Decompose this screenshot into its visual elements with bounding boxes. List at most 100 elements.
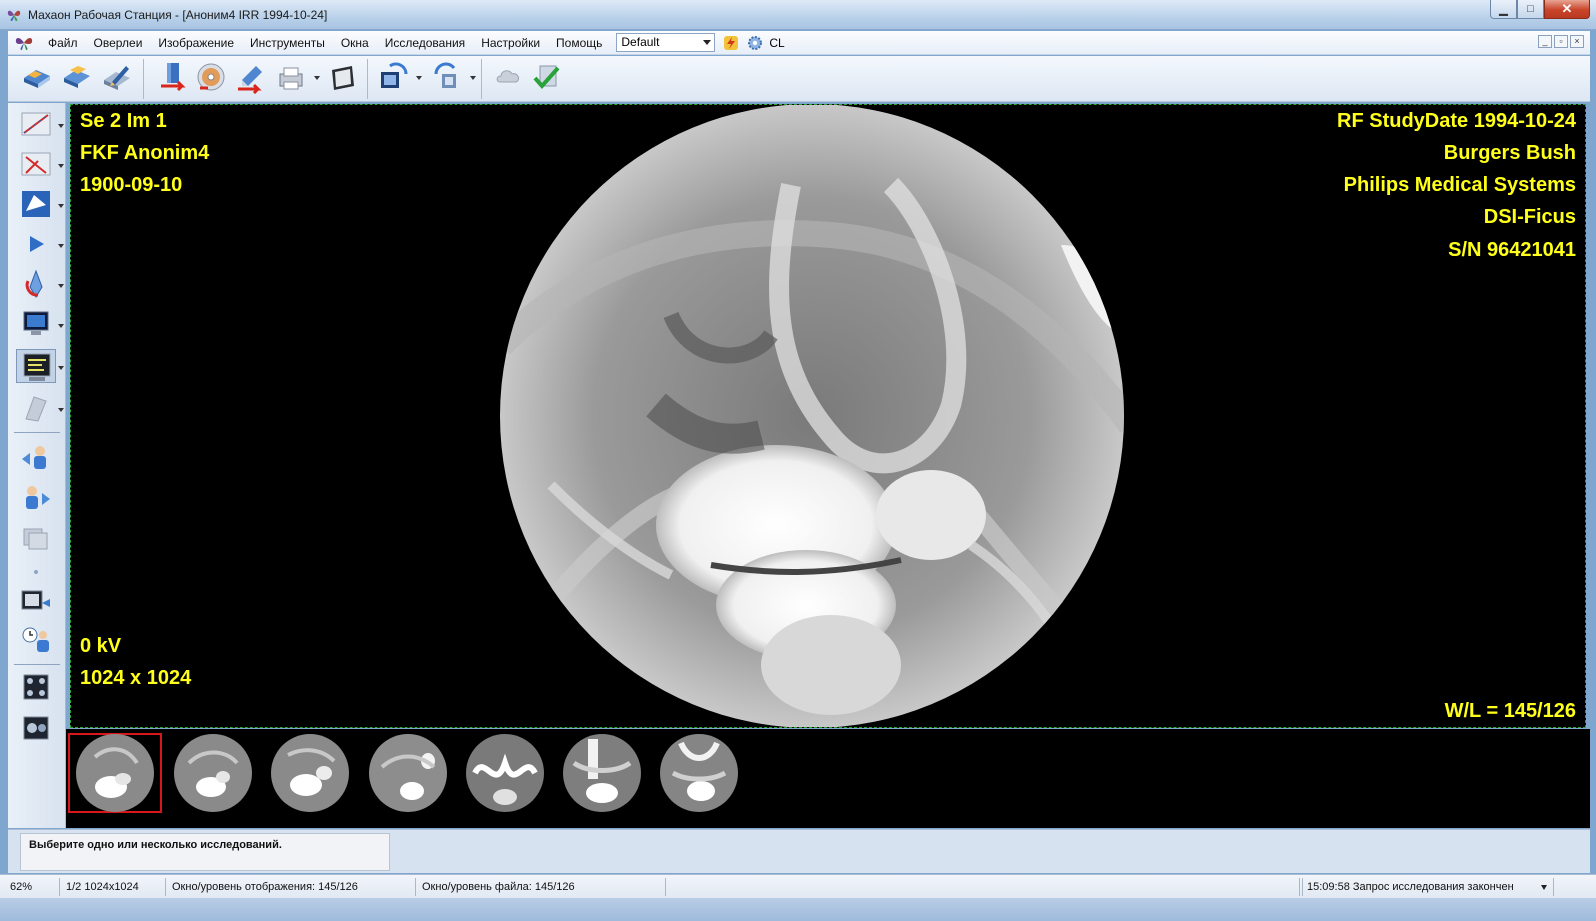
window-title: Махаон Рабочая Станция - [Аноним4 IRR 19… bbox=[28, 8, 328, 22]
thumbnail[interactable] bbox=[555, 733, 649, 813]
thumbnail-image bbox=[271, 734, 349, 812]
compare-series-button[interactable] bbox=[16, 585, 56, 619]
menu-studies[interactable]: Исследования bbox=[377, 32, 473, 54]
thumbnail[interactable] bbox=[263, 733, 357, 813]
print-button[interactable] bbox=[274, 60, 308, 94]
overlay-patient-name: FKF Anonim4 bbox=[80, 142, 210, 164]
minimize-button[interactable]: ▁ bbox=[1490, 0, 1517, 19]
app-logo-icon bbox=[15, 37, 33, 50]
cd-icon bbox=[197, 63, 225, 91]
sync-dropdown-arrow[interactable] bbox=[470, 76, 476, 80]
menu-settings[interactable]: Настройки bbox=[473, 32, 548, 54]
image-viewport[interactable]: Se 2 Im 1 FKF Anonim4 1900-09-10 0 kV 10… bbox=[70, 104, 1586, 728]
sync-button[interactable] bbox=[430, 60, 464, 94]
mdi-close-button[interactable]: × bbox=[1570, 35, 1584, 48]
network-query-icon bbox=[381, 62, 408, 88]
thumbnail[interactable] bbox=[68, 733, 162, 813]
thumbnail[interactable] bbox=[361, 733, 455, 813]
patient-history-button[interactable] bbox=[16, 623, 56, 657]
menu-windows[interactable]: Окна bbox=[333, 32, 377, 54]
cl-button[interactable]: CL bbox=[769, 36, 784, 50]
open-study-button[interactable] bbox=[20, 60, 54, 94]
mdi-restore-button[interactable]: ▫ bbox=[1554, 35, 1568, 48]
rotate-dropdown[interactable] bbox=[58, 284, 64, 288]
tools-separator-2 bbox=[14, 664, 60, 665]
layout-single-icon bbox=[23, 716, 49, 740]
burn-cd-button[interactable] bbox=[194, 60, 228, 94]
open-folder-button[interactable] bbox=[60, 60, 94, 94]
display-dropdown[interactable] bbox=[58, 324, 64, 328]
thumbnail-image bbox=[174, 734, 252, 812]
status-file-window-level: Окно/уровень файла: 145/126 bbox=[418, 878, 666, 896]
angle-dropdown[interactable] bbox=[58, 164, 64, 168]
roi-icon bbox=[22, 191, 50, 217]
window-bottom-frame bbox=[0, 898, 1596, 921]
measure-line-dropdown[interactable] bbox=[58, 124, 64, 128]
cine-play-tool[interactable] bbox=[16, 227, 56, 261]
query-retrieve-button[interactable] bbox=[376, 60, 410, 94]
close-button[interactable]: ✕ bbox=[1544, 0, 1590, 19]
menu-bar: Файл Оверлеи Изображение Инструменты Окн… bbox=[8, 31, 1590, 55]
maximize-button[interactable]: □ bbox=[1517, 0, 1544, 19]
thumbnail-image bbox=[563, 734, 641, 812]
checkmark-icon bbox=[533, 65, 560, 90]
cloud-icon bbox=[496, 70, 520, 83]
status-image-info: 1/2 1024x1024 bbox=[62, 878, 166, 896]
window-level-dropdown[interactable] bbox=[58, 366, 64, 370]
angle-tool[interactable] bbox=[16, 147, 56, 181]
send-button[interactable] bbox=[234, 60, 268, 95]
menu-tools[interactable]: Инструменты bbox=[242, 32, 333, 54]
thumbnail[interactable] bbox=[166, 733, 260, 813]
series-stack-button[interactable] bbox=[16, 521, 56, 555]
thumbnail-image bbox=[76, 734, 154, 812]
overlay-window-level: W/L = 145/126 bbox=[1444, 700, 1576, 722]
thumbnail[interactable] bbox=[458, 733, 552, 813]
print-dropdown-arrow[interactable] bbox=[314, 76, 320, 80]
small-dot-button[interactable] bbox=[16, 555, 56, 574]
measure-line-tool[interactable] bbox=[16, 107, 56, 141]
query-dropdown-arrow[interactable] bbox=[416, 76, 422, 80]
overlay-serial-number: S/N 96421041 bbox=[1448, 239, 1576, 261]
window-level-tool[interactable] bbox=[16, 349, 56, 383]
gear-icon[interactable] bbox=[747, 35, 763, 51]
cine-dropdown[interactable] bbox=[58, 244, 64, 248]
roi-dropdown[interactable] bbox=[58, 204, 64, 208]
overlay-institution: Burgers Bush bbox=[1443, 142, 1576, 164]
overlay-model: DSI-Ficus bbox=[1483, 206, 1576, 228]
import-button[interactable] bbox=[156, 60, 190, 94]
next-patient-button[interactable] bbox=[16, 481, 56, 515]
mpr-tool[interactable] bbox=[16, 391, 56, 425]
open-study-icon bbox=[24, 70, 50, 88]
overlay-matrix-size: 1024 x 1024 bbox=[80, 667, 192, 689]
status-query-dropdown[interactable]: 15:09:58 Запрос исследования закончен bbox=[1302, 878, 1554, 896]
menu-help[interactable]: Помощь bbox=[548, 32, 610, 54]
dot-icon bbox=[34, 570, 38, 574]
verify-button[interactable] bbox=[530, 60, 564, 94]
display-tool[interactable] bbox=[16, 307, 56, 341]
overlay-manufacturer: Philips Medical Systems bbox=[1343, 174, 1576, 196]
angle-icon bbox=[21, 152, 51, 176]
thumbnail-image bbox=[369, 734, 447, 812]
film-button[interactable] bbox=[326, 60, 360, 94]
edit-study-button[interactable] bbox=[100, 60, 134, 94]
rotate-tool[interactable] bbox=[16, 267, 56, 301]
roi-tool[interactable] bbox=[16, 187, 56, 221]
overlay-series-image: Se 2 Im 1 bbox=[80, 110, 167, 132]
previous-patient-button[interactable] bbox=[16, 441, 56, 475]
layout-grid-button[interactable] bbox=[16, 671, 56, 705]
mdi-minimize-button[interactable]: _ bbox=[1538, 35, 1552, 48]
mpr-dropdown[interactable] bbox=[58, 408, 64, 412]
title-bar: Махаон Рабочая Станция - [Аноним4 IRR 19… bbox=[0, 0, 1596, 30]
overlay-kv: 0 kV bbox=[80, 635, 122, 657]
lightning-icon[interactable] bbox=[723, 35, 739, 51]
thumbnail[interactable] bbox=[652, 733, 746, 813]
preset-select[interactable]: Default bbox=[616, 33, 716, 52]
anonymize-button[interactable] bbox=[492, 60, 526, 94]
monitor-icon bbox=[23, 311, 49, 335]
menu-image[interactable]: Изображение bbox=[150, 32, 242, 54]
chevron-down-icon bbox=[1541, 885, 1547, 890]
menu-overlays[interactable]: Оверлеи bbox=[86, 32, 151, 54]
status-display-window-level: Окно/уровень отображения: 145/126 bbox=[168, 878, 416, 896]
menu-file[interactable]: Файл bbox=[40, 32, 86, 54]
layout-single-button[interactable] bbox=[16, 711, 56, 745]
